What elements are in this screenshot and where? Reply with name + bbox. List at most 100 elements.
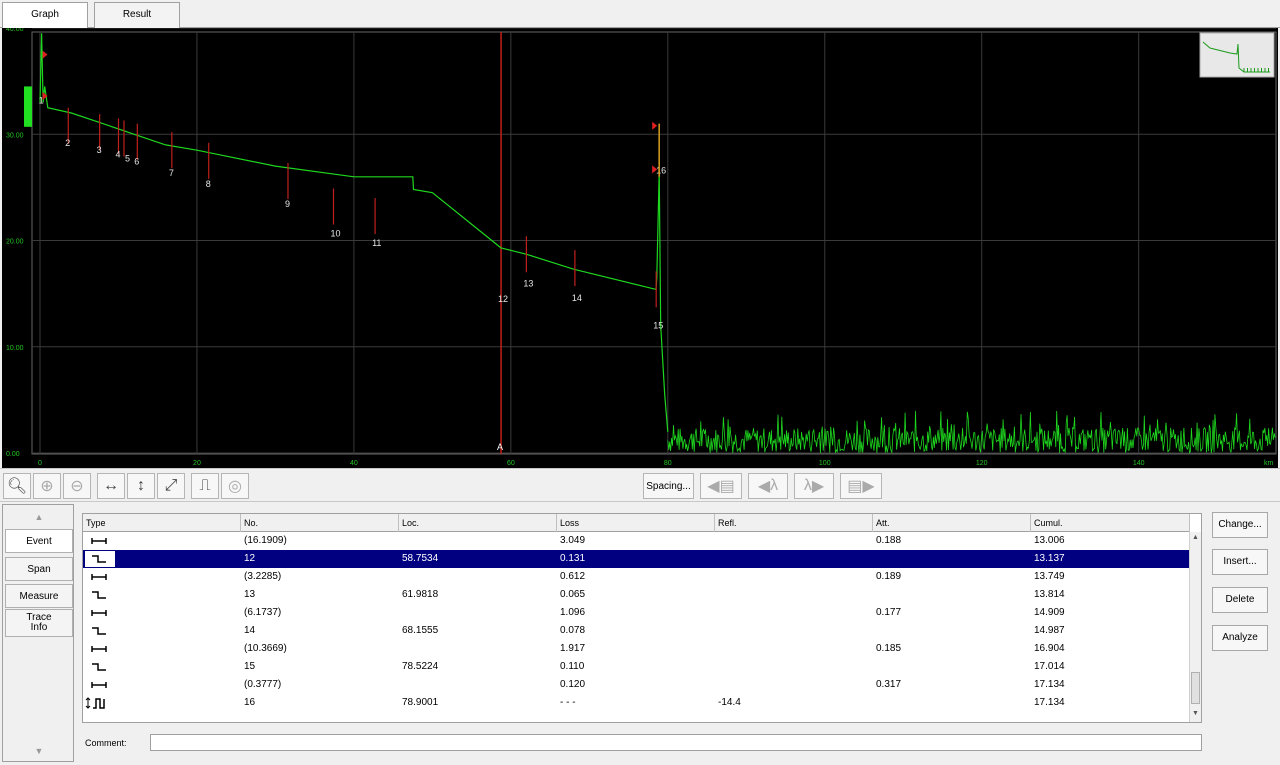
- event-label: 7: [169, 168, 174, 178]
- zoom-in-button[interactable]: ⊕: [33, 473, 61, 499]
- table-row[interactable]: (0.3777) 0.120 0.317 17.134: [83, 676, 1190, 694]
- otdr-trace-chart[interactable]: 40.00 30.00 20.00 10.00 0.00 0 20 40 60 80 100 120 1…: [0, 28, 1280, 468]
- x-tick-label: 120: [976, 460, 988, 467]
- overview-thumbnail: [1199, 32, 1275, 78]
- analyze-button[interactable]: Analyze: [1212, 625, 1268, 651]
- event-label: 16: [656, 165, 666, 175]
- cell-cumul: 17.134: [1034, 679, 1065, 690]
- x-tick-label: 140: [1133, 460, 1145, 467]
- scroll-up-icon[interactable]: ▲: [1190, 534, 1201, 546]
- table-row[interactable]: (16.1909) 3.049 0.188 13.006: [83, 532, 1190, 550]
- launch-level-marker: [24, 86, 32, 127]
- table-row[interactable]: 12 58.7534 0.131 13.137: [83, 550, 1190, 568]
- prev-trace-icon: ◀▤: [707, 478, 735, 495]
- side-scroll-up-button[interactable]: ▲: [5, 507, 73, 527]
- scrollbar-thumb[interactable]: [1191, 672, 1200, 704]
- tab-result[interactable]: Result: [94, 2, 180, 28]
- next-wavelength-button[interactable]: λ ▶: [794, 473, 834, 499]
- cell-loc: [399, 676, 402, 694]
- table-row[interactable]: (3.2285) 0.612 0.189 13.749: [83, 568, 1190, 586]
- cell-refl: [715, 550, 718, 568]
- cell-att: 0.177: [876, 607, 902, 618]
- triangle-up-icon: ▲: [34, 512, 44, 522]
- spacing-button[interactable]: Spacing...: [643, 473, 694, 499]
- col-header-no[interactable]: No.: [241, 514, 399, 532]
- cell-loss: 1.096: [560, 607, 586, 618]
- delete-button[interactable]: Delete: [1212, 587, 1268, 613]
- lambda-label: λ: [770, 477, 779, 494]
- overlay-icon: ◎: [228, 478, 242, 495]
- event-label: 12: [498, 294, 508, 304]
- next-trace-button[interactable]: ▤▶: [840, 473, 882, 499]
- zoom-out-button[interactable]: ⊖: [63, 473, 91, 499]
- pulse-icon: ⎍: [199, 477, 211, 494]
- side-tab-trace-info[interactable]: Trace Info: [5, 609, 73, 637]
- comment-label: Comment:: [85, 738, 127, 748]
- cell-loc: [399, 532, 402, 550]
- cell-refl: [715, 622, 718, 640]
- overlay-button[interactable]: ◎: [221, 473, 249, 499]
- x-tick-label: 60: [507, 460, 515, 467]
- col-header-loss[interactable]: Loss: [557, 514, 715, 532]
- cell-refl: [715, 568, 718, 586]
- pulse-view-button[interactable]: ⎍: [191, 473, 219, 499]
- event-label: 2: [65, 138, 70, 148]
- cell-loss: 0.120: [560, 679, 586, 690]
- cell-refl: [715, 658, 718, 676]
- zoom-area-button[interactable]: ⤢: [157, 473, 185, 499]
- cell-att: 0.317: [876, 679, 902, 690]
- cell-loc: [399, 604, 402, 622]
- table-row[interactable]: (10.3669) 1.917 0.185 16.904: [83, 640, 1190, 658]
- col-header-cumul[interactable]: Cumul.: [1031, 514, 1190, 532]
- cell-cumul: 17.134: [1034, 697, 1065, 708]
- cell-att: 0.188: [876, 535, 902, 546]
- table-row[interactable]: 13 61.9818 0.065 13.814: [83, 586, 1190, 604]
- side-tab-measure[interactable]: Measure: [5, 584, 73, 608]
- zoom-in-icon: ⊕: [40, 478, 54, 495]
- table-row[interactable]: (6.1737) 1.096 0.177 14.909: [83, 604, 1190, 622]
- cell-loss: 0.078: [560, 625, 586, 636]
- col-header-refl[interactable]: Refl.: [715, 514, 873, 532]
- zoom-vertical-button[interactable]: ↕: [127, 473, 155, 499]
- cell-att: [873, 550, 876, 568]
- prev-trace-button[interactable]: ◀▤: [700, 473, 742, 499]
- tab-graph[interactable]: Graph: [2, 2, 88, 29]
- col-header-loc[interactable]: Loc.: [399, 514, 557, 532]
- zoom-horizontal-icon: ↔: [103, 477, 119, 494]
- next-trace-icon: ▤▶: [847, 478, 875, 495]
- event-label: 8: [206, 179, 211, 189]
- view-tabs: Graph Result: [0, 0, 1280, 29]
- cell-no: (6.1737): [244, 607, 282, 618]
- cell-no: 14: [244, 625, 256, 636]
- cell-att: [873, 622, 876, 640]
- cell-refl: [715, 586, 718, 604]
- table-header: Type No. Loc. Loss Refl. Att. Cumul.: [83, 514, 1190, 532]
- table-row[interactable]: 15 78.5224 0.110 17.014: [83, 658, 1190, 676]
- cell-loss: 0.612: [560, 571, 586, 582]
- cell-att: [873, 658, 876, 676]
- cell-cumul: 13.006: [1034, 535, 1065, 546]
- col-header-type[interactable]: Type: [83, 514, 241, 532]
- table-row[interactable]: 14 68.1555 0.078 14.987: [83, 622, 1190, 640]
- side-tab-event[interactable]: Event: [5, 529, 73, 553]
- table-row[interactable]: 16 78.9001 - - - -14.4 17.134: [83, 694, 1190, 712]
- zoom-horizontal-button[interactable]: ↔: [97, 473, 125, 499]
- cell-no: (0.3777): [244, 679, 282, 690]
- col-header-att[interactable]: Att.: [873, 514, 1031, 532]
- cell-cumul: 14.987: [1034, 625, 1065, 636]
- cell-no: (16.1909): [244, 535, 287, 546]
- side-tab-span[interactable]: Span: [5, 557, 73, 581]
- cell-loss: 0.065: [560, 589, 586, 600]
- change-button[interactable]: Change...: [1212, 512, 1268, 538]
- side-scroll-down-button[interactable]: ▼: [5, 741, 73, 761]
- comment-input[interactable]: [150, 734, 1202, 751]
- zoom-fit-button[interactable]: 🔍︎: [3, 473, 31, 499]
- prev-wavelength-button[interactable]: ◀ λ: [748, 473, 788, 499]
- y-tick-label: 0.00: [6, 451, 20, 458]
- scroll-down-icon[interactable]: ▼: [1190, 710, 1201, 722]
- event-table[interactable]: Type No. Loc. Loss Refl. Att. Cumul. (16…: [82, 513, 1202, 723]
- insert-button[interactable]: Insert...: [1212, 549, 1268, 575]
- cell-refl: [715, 604, 718, 622]
- table-scrollbar[interactable]: ▲ ▼: [1189, 532, 1201, 722]
- cell-loc: 78.5224: [402, 661, 439, 672]
